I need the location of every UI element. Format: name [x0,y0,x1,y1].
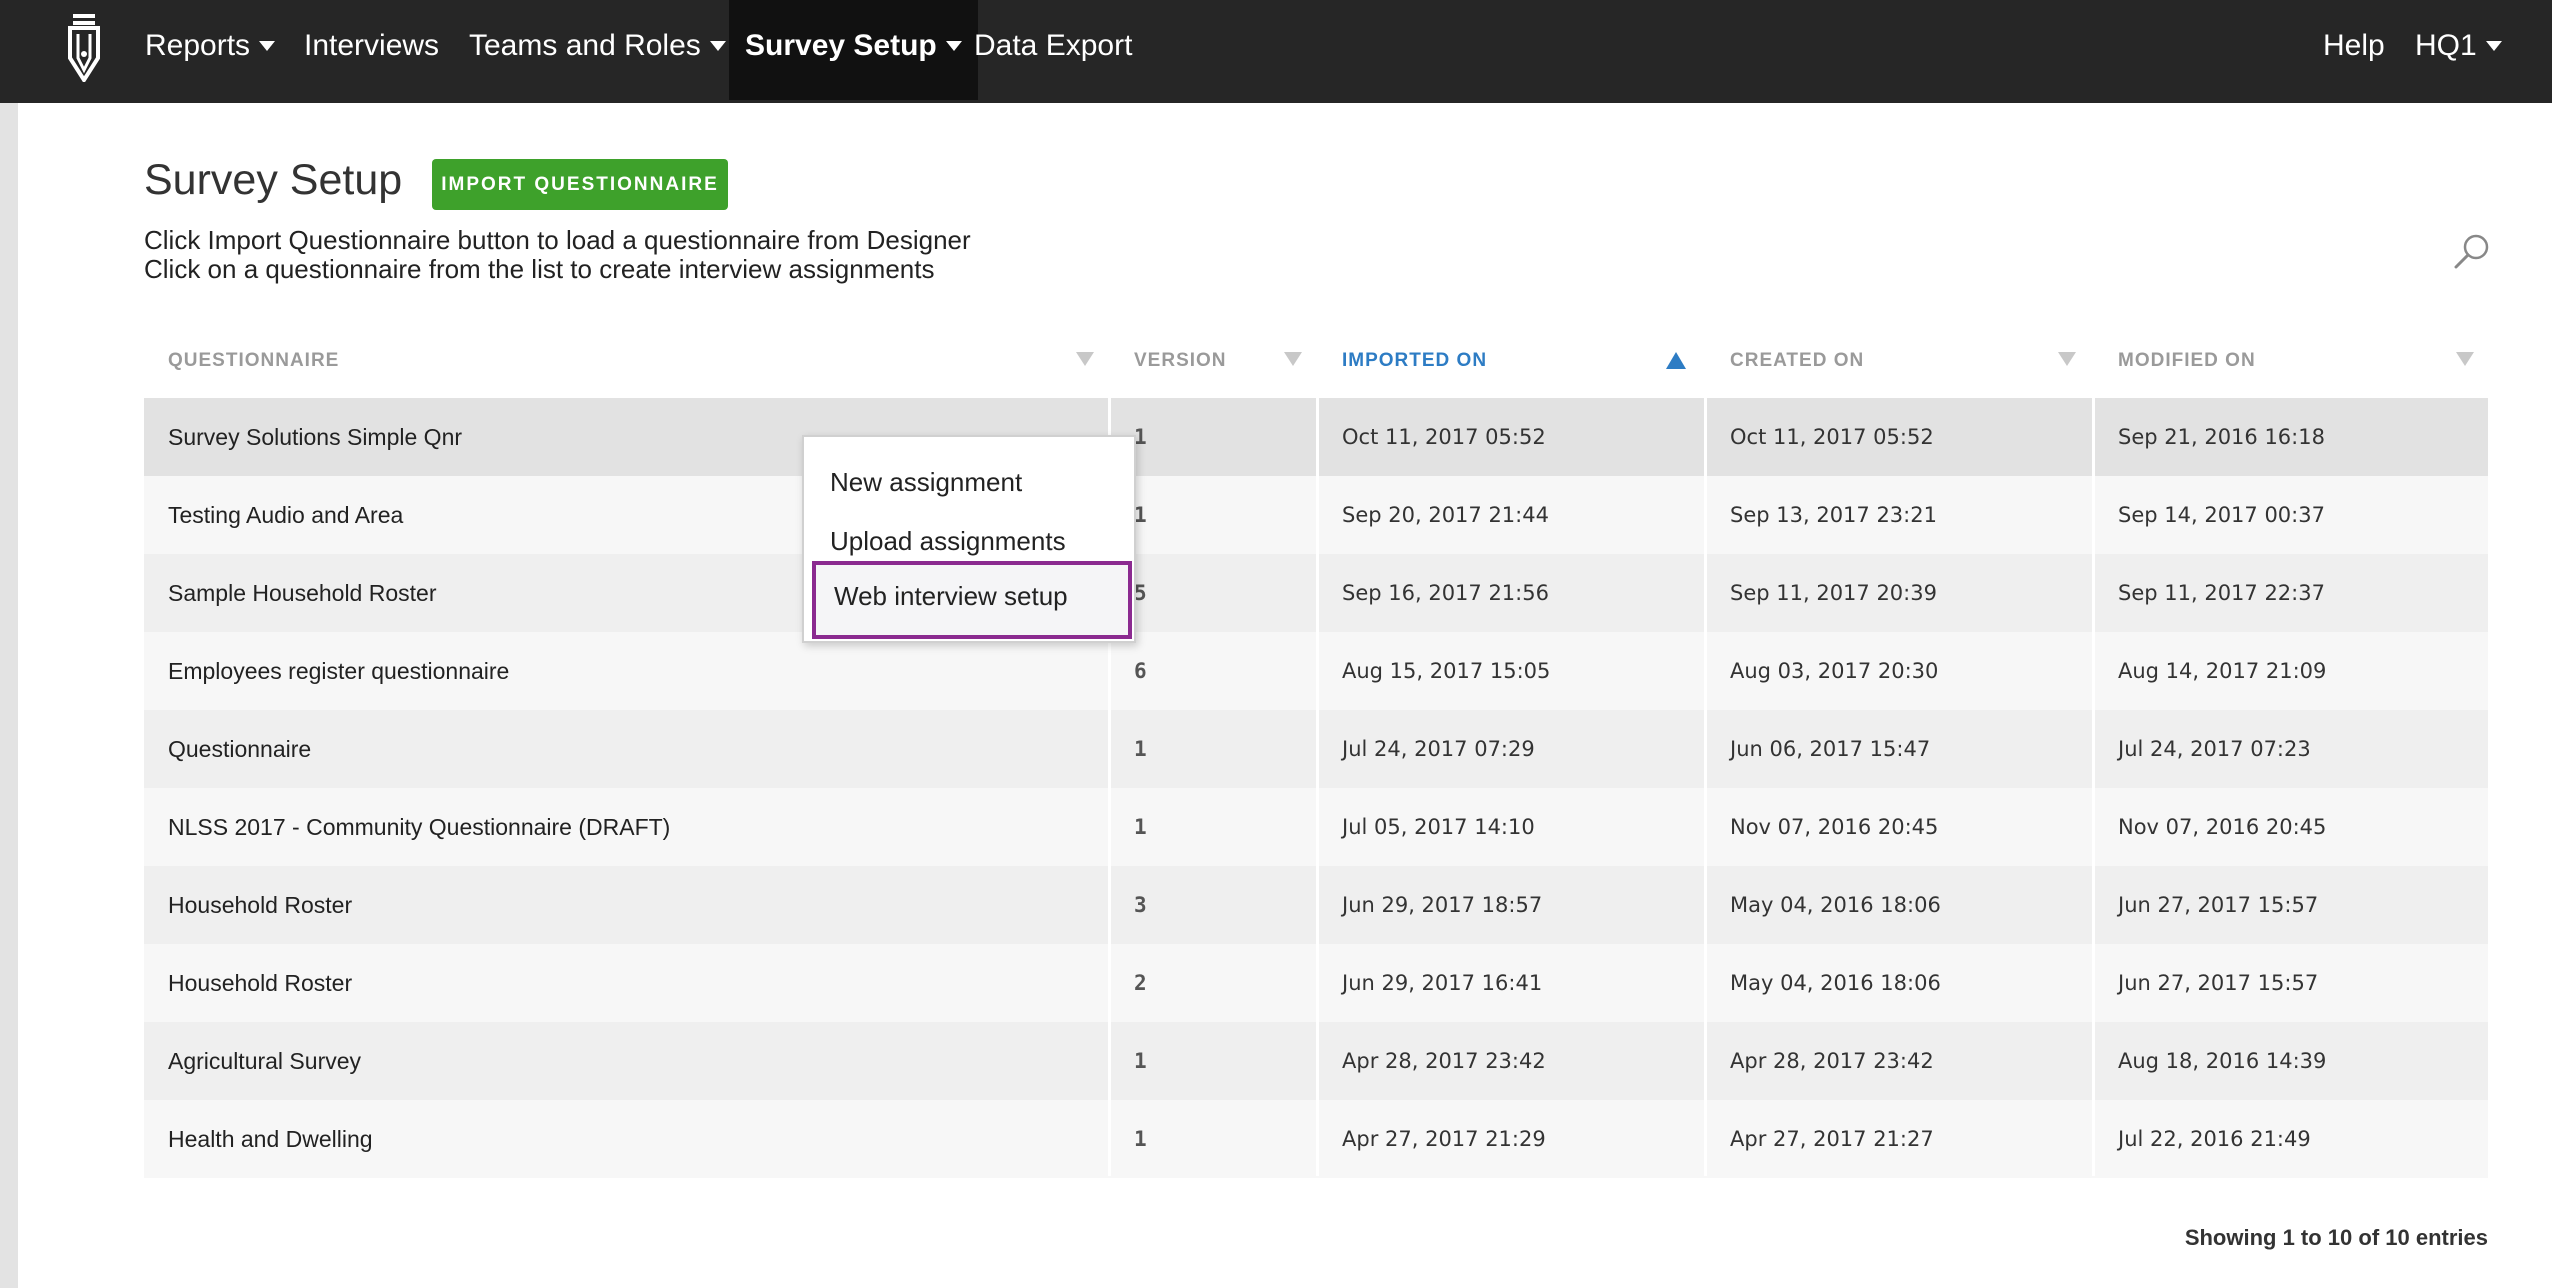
cell-questionnaire: NLSS 2017 - Community Questionnaire (DRA… [168,814,671,840]
cell-created-on: Sep 11, 2017 20:39 [1730,581,1937,605]
cell-imported-on: Jun 29, 2017 18:57 [1342,893,1543,917]
cell-modified-on: Nov 07, 2016 20:45 [2118,815,2327,839]
left-sidebar-strip [0,103,18,1288]
instruction-line-1: Click Import Questionnaire button to loa… [144,225,971,255]
cell-created-on: Jun 06, 2017 15:47 [1730,737,1931,761]
cell-imported-on: Apr 27, 2017 21:29 [1342,1127,1546,1151]
instruction-line-2: Click on a questionnaire from the list t… [144,254,935,284]
filter-icon[interactable] [2456,352,2474,366]
cell-imported-on: Jul 05, 2017 14:10 [1342,815,1535,839]
filter-icon[interactable] [1284,352,1302,366]
column-header-version[interactable]: VERSION [1110,326,1318,398]
cell-version: 6 [1134,659,1147,683]
chevron-down-icon [945,41,962,51]
cell-created-on: Oct 11, 2017 05:52 [1730,425,1934,449]
nav-interviews[interactable]: Interviews [304,0,439,100]
filter-icon[interactable] [1076,352,1094,366]
cell-created-on: May 04, 2016 18:06 [1730,971,1941,995]
chevron-down-icon [2485,41,2502,51]
column-header-imported-on[interactable]: IMPORTED ON [1318,326,1706,398]
instructions: Click Import Questionnaire button to loa… [144,226,971,284]
column-header-label: QUESTIONNAIRE [168,350,340,371]
questionnaires-table: QUESTIONNAIRE VERSION IMPORTED ON CREATE… [144,326,2488,1178]
import-questionnaire-button[interactable]: IMPORT QUESTIONNAIRE [432,159,728,210]
cell-created-on: Apr 27, 2017 21:27 [1730,1127,1934,1151]
nav-survey-setup[interactable]: Survey Setup [729,0,978,100]
nav-reports-label: Reports [145,29,251,62]
cell-version: 1 [1134,1049,1147,1073]
cell-imported-on: Jul 24, 2017 07:29 [1342,737,1535,761]
column-divider [1704,326,1707,1176]
cell-imported-on: Aug 15, 2017 15:05 [1342,659,1551,683]
page-title: Survey Setup [144,156,403,204]
sort-ascending-icon[interactable] [1666,352,1686,369]
cell-questionnaire: Household Roster [168,970,353,996]
filter-icon[interactable] [2058,352,2076,366]
survey-solutions-logo-icon[interactable] [66,14,102,82]
cell-version: 1 [1134,425,1147,449]
nav-survey-setup-label: Survey Setup [745,29,937,62]
cell-questionnaire: Agricultural Survey [168,1048,362,1074]
nav-data-export-label: Data Export [974,29,1133,62]
cell-imported-on: Jun 29, 2017 16:41 [1342,971,1543,995]
cell-version: 1 [1134,503,1147,527]
cell-version: 5 [1134,581,1147,605]
column-header-label: IMPORTED ON [1342,350,1488,371]
cell-modified-on: Aug 14, 2017 21:09 [2118,659,2327,683]
cell-questionnaire: Questionnaire [168,736,312,762]
cell-version: 2 [1134,971,1147,995]
table-entries-info: Showing 1 to 10 of 10 entries [2184,1225,2488,1250]
cell-created-on: Sep 13, 2017 23:21 [1730,503,1937,527]
cell-modified-on: Jul 22, 2016 21:49 [2118,1127,2311,1151]
nav-interviews-label: Interviews [304,29,440,62]
chevron-down-icon [709,41,726,51]
chevron-down-icon [259,41,276,51]
cell-imported-on: Sep 16, 2017 21:56 [1342,581,1549,605]
cell-questionnaire: Household Roster [168,892,353,918]
column-header-modified-on[interactable]: MODIFIED ON [2094,326,2488,398]
nav-teams-label: Teams and Roles [469,29,701,62]
nav-teams-and-roles[interactable]: Teams and Roles [469,0,726,100]
nav-data-export[interactable]: Data Export [974,0,1132,100]
column-header-created-on[interactable]: CREATED ON [1706,326,2094,398]
nav-help-label: Help [2323,29,2385,62]
cell-modified-on: Jul 24, 2017 07:23 [2118,737,2311,761]
nav-help[interactable]: Help [2323,0,2385,100]
cell-modified-on: Sep 21, 2016 16:18 [2118,425,2325,449]
menu-item-web-interview-setup[interactable]: Web interview setup [812,561,1132,639]
column-header-label: MODIFIED ON [2118,350,2256,371]
cell-version: 1 [1134,737,1147,761]
column-divider [1316,326,1319,1176]
cell-questionnaire: Health and Dwelling [168,1126,373,1152]
column-header-label: VERSION [1134,350,1227,371]
cell-created-on: Aug 03, 2017 20:30 [1730,659,1939,683]
cell-modified-on: Aug 18, 2016 14:39 [2118,1049,2327,1073]
cell-imported-on: Apr 28, 2017 23:42 [1342,1049,1546,1073]
cell-modified-on: Sep 11, 2017 22:37 [2118,581,2325,605]
cell-created-on: May 04, 2016 18:06 [1730,893,1941,917]
menu-item-new-assignment[interactable]: New assignment [804,453,1134,511]
search-icon[interactable] [2452,232,2492,272]
cell-imported-on: Oct 11, 2017 05:52 [1342,425,1546,449]
cell-modified-on: Jun 27, 2017 15:57 [2118,971,2319,995]
questionnaire-context-menu: New assignment Upload assignments Web in… [802,435,1136,643]
cell-imported-on: Sep 20, 2017 21:44 [1342,503,1549,527]
column-divider [2092,326,2095,1176]
nav-reports[interactable]: Reports [145,0,276,100]
cell-version: 1 [1134,815,1147,839]
cell-created-on: Nov 07, 2016 20:45 [1730,815,1939,839]
column-header-label: CREATED ON [1730,350,1865,371]
cell-created-on: Apr 28, 2017 23:42 [1730,1049,1934,1073]
column-header-questionnaire[interactable]: QUESTIONNAIRE [144,326,1110,398]
cell-version: 1 [1134,1127,1147,1151]
cell-modified-on: Sep 14, 2017 00:37 [2118,503,2325,527]
cell-modified-on: Jun 27, 2017 15:57 [2118,893,2319,917]
cell-version: 3 [1134,893,1147,917]
cell-questionnaire: Employees register questionnaire [168,658,510,684]
nav-user-label: HQ1 [2415,29,2477,62]
nav-user-menu[interactable]: HQ1 [2415,0,2502,100]
top-navbar: Reports Interviews Teams and Roles Surve… [0,0,2552,103]
